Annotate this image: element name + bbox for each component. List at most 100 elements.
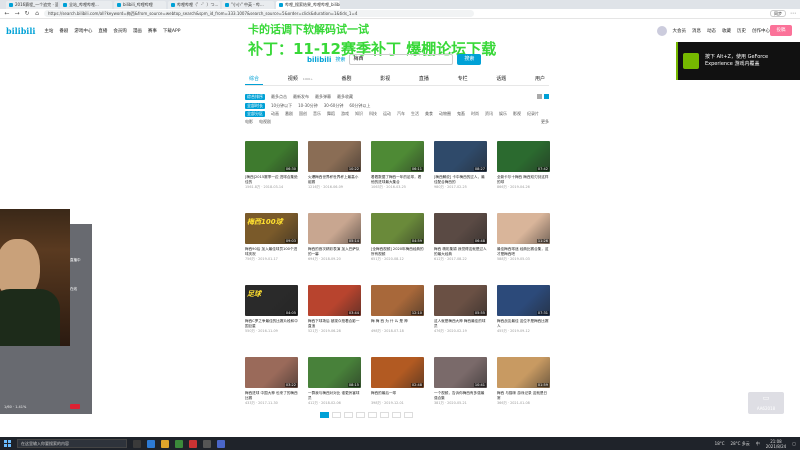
search-input[interactable]: 梅西 [349, 54, 454, 65]
video-thumbnail[interactable]: 03:44 [308, 285, 361, 316]
nav-link[interactable]: 赛事 [148, 28, 157, 34]
nav-link[interactable]: 游戏中心 [74, 28, 92, 34]
video-title[interactable]: 梅西的首次精彩表演 加入巴萨队的一幕 [308, 247, 361, 257]
video-card[interactable]: 03:44 梅西下球场后 被观众抢着合影一直追 521万 · 2019-06-28 [308, 285, 361, 357]
upload-button[interactable]: 投稿 [770, 25, 792, 36]
category-tab[interactable]: 综合 [245, 75, 264, 85]
page-button[interactable] [332, 412, 341, 418]
file-explorer-icon[interactable] [161, 439, 169, 448]
category-tab[interactable]: 视频 1000+ [284, 75, 317, 85]
app-icon-1[interactable] [175, 439, 183, 448]
tray-weather[interactable]: 28°C 多云 [731, 441, 750, 447]
page-button[interactable] [356, 412, 365, 418]
video-card[interactable]: 06:11 看着数据了梅西一年的足球，看他的进球最大集合 1063万 · 2016-… [371, 141, 424, 213]
duration-option[interactable]: 60分钟以上 [349, 103, 370, 109]
video-card[interactable]: 02:48 梅西的最后一球 398万 · 2019-12-01 [371, 357, 424, 429]
zone-option[interactable]: 全部分区 [245, 111, 265, 118]
user-link[interactable]: 历史 [737, 28, 746, 34]
user-link[interactable]: 动态 [707, 28, 716, 34]
edge-icon[interactable] [147, 439, 155, 448]
video-title[interactable]: 梅西 精彩集锦 我觉得这就是过人的最大经典 [434, 247, 487, 257]
zone-option[interactable]: 时尚 [471, 111, 479, 117]
user-link[interactable]: 创作中心 [752, 28, 770, 34]
video-thumbnail[interactable]: 10:22 [308, 141, 361, 172]
page-button[interactable] [368, 412, 377, 418]
zone-option[interactable]: 游戏 [341, 111, 349, 117]
video-title[interactable]: 看着数据了梅西一年的足球，看他的进球最大集合 [371, 175, 424, 185]
zone-option[interactable]: 音乐 [313, 111, 321, 117]
app-icon-2[interactable] [189, 439, 197, 448]
video-card[interactable]: 梅西100球 09:03 梅西90后 加入最佳球员100个进球庆祝 756万 · 20… [245, 213, 298, 285]
video-card[interactable]: 03:22 梅西进球 中国大神 也来了的梅西比赛 433万 · 2017-11-30 [245, 357, 298, 429]
zone-option[interactable]: 番剧 [285, 111, 293, 117]
category-tab[interactable]: 影视 [376, 75, 394, 85]
zone-option[interactable]: 运动 [383, 111, 391, 117]
zone-option[interactable]: 娱乐 [499, 111, 507, 117]
video-title[interactable]: 梅西90后 加入最佳球员100个进球庆祝 [245, 247, 298, 257]
user-link[interactable]: 消息 [692, 28, 701, 34]
browser-tab[interactable]: 2016赛程_一个追完 · 篮个追中 [6, 1, 58, 9]
avatar[interactable] [656, 26, 667, 36]
video-thumbnail[interactable]: 11:26 [497, 213, 550, 244]
video-thumbnail[interactable]: 05:55 [434, 285, 487, 316]
video-card[interactable]: 06:48 梅西 精彩集锦 我觉得这就是过人的最大经典 612万 · 2017-08… [434, 213, 487, 285]
page-button[interactable] [344, 412, 353, 418]
video-title[interactable]: [梅西]2015赛季一边 进球合集绝佳的 [245, 175, 298, 185]
video-title[interactable]: 最佳梅西球迷 经典比赛合集，这才是梅西吧 [497, 247, 550, 257]
video-card[interactable]: 06:30 [梅西]2015赛季一边 进球合集绝佳的 1561.8万 · 2018-… [245, 141, 298, 213]
nav-link[interactable]: 直播 [98, 28, 107, 34]
more-menu-icon[interactable]: ⋯ [790, 10, 796, 17]
app-icon-3[interactable] [203, 439, 211, 448]
duration-option[interactable]: 10-30分钟 [298, 103, 318, 109]
zone-option[interactable]: 动画 [271, 111, 279, 117]
nav-link[interactable]: 下载APP [163, 28, 181, 34]
video-card[interactable]: 08:15 一群我与梅西对对比 谁更厉害球员 412万 · 2018-02-06 [308, 357, 361, 429]
video-card[interactable]: 11:26 最佳梅西球迷 经典比赛合集，这才是梅西吧 588万 · 2019-05-… [497, 213, 550, 285]
video-title[interactable]: [梅西解说] 卡中梅西的过人，最佳配合梅西的 [434, 175, 487, 185]
browser-tab[interactable]: bilibili_哔哩哔哩 [114, 1, 166, 9]
video-card[interactable]: 07:42 全新卡尔十梅西 梅西双刃剑这样的球 866万 · 2019-04-26 [497, 141, 550, 213]
video-card[interactable]: 04:59 [全梅西视频] 2020年梅西经典的所有视频 651万 · 2020-0… [371, 213, 424, 285]
video-thumbnail[interactable]: 07:31 [497, 285, 550, 316]
video-card[interactable]: 12:10 梅 梅 西 为 什 么 是 神 498万 · 2018-07-18 [371, 285, 424, 357]
video-thumbnail[interactable]: 08:27 [434, 141, 487, 172]
video-thumbnail[interactable]: 06:48 [434, 213, 487, 244]
more-filters-link[interactable]: 更多 [541, 119, 549, 125]
user-link[interactable]: 收藏 [722, 28, 731, 34]
video-title[interactable]: 火爆梅西世界杯世界杯上最高小组赛 [308, 175, 361, 185]
video-thumbnail[interactable]: 梅西100球 09:03 [245, 213, 298, 244]
clock[interactable]: 21:08 2021/8/24 [766, 439, 787, 449]
zone-option[interactable]: 科技 [369, 111, 377, 117]
video-thumbnail[interactable]: 02:48 [371, 357, 424, 388]
nav-link[interactable]: 漫画 [133, 28, 142, 34]
video-thumbnail[interactable]: 03:22 [245, 357, 298, 388]
order-option[interactable]: 最多点击 [271, 94, 287, 100]
category-tab[interactable]: 用户 [531, 75, 549, 85]
url-input[interactable]: https://search.bilibili.com/all?keyword=… [44, 10, 474, 17]
page-button[interactable] [320, 412, 329, 418]
video-card[interactable]: 05:55 这人就是梅西大神 梅西最佳的球员 476万 · 2020-02-19 [434, 285, 487, 357]
windows-start-icon[interactable] [4, 440, 11, 447]
video-thumbnail[interactable]: 08:15 [308, 357, 361, 388]
video-card[interactable]: 01:59 梅西 与猫咪 游戏记录 这就是日常 366万 · 2021-01-08 [497, 357, 550, 429]
search-button[interactable]: 搜索 [457, 54, 482, 65]
page-button[interactable] [392, 412, 401, 418]
video-thumbnail[interactable]: 06:11 [371, 141, 424, 172]
video-title[interactable]: 梅西的最后一球 [371, 391, 424, 401]
nav-link[interactable]: 番剧 [59, 28, 68, 34]
video-card[interactable]: 10:41 一个视频，告诉你梅西有多强最强合集 381万 · 2020-05-21 [434, 357, 487, 429]
order-option[interactable]: 最多收藏 [337, 94, 353, 100]
video-title[interactable]: 梅 梅 西 为 什 么 是 神 [371, 319, 424, 329]
video-thumbnail[interactable]: 01:59 [497, 357, 550, 388]
order-option[interactable]: 综合排序 [245, 93, 265, 100]
zone-option[interactable]: 纪录片 [527, 111, 539, 117]
zone-option[interactable]: 动物圈 [439, 111, 451, 117]
nav-link[interactable]: 主站 [44, 28, 53, 34]
sync-button[interactable]: 同步 [770, 10, 786, 17]
video-title[interactable]: 梅西下球场后 被观众抢着合影一直追 [308, 319, 361, 329]
video-title[interactable]: 一个视频，告诉你梅西有多强最强合集 [434, 391, 487, 401]
video-title[interactable]: 一群我与梅西对对比 谁更厉害球员 [308, 391, 361, 401]
video-thumbnail[interactable]: 10:41 [434, 357, 487, 388]
duration-option[interactable]: 10分钟以下 [271, 103, 292, 109]
zone-option[interactable]: 电视剧 [259, 119, 271, 125]
